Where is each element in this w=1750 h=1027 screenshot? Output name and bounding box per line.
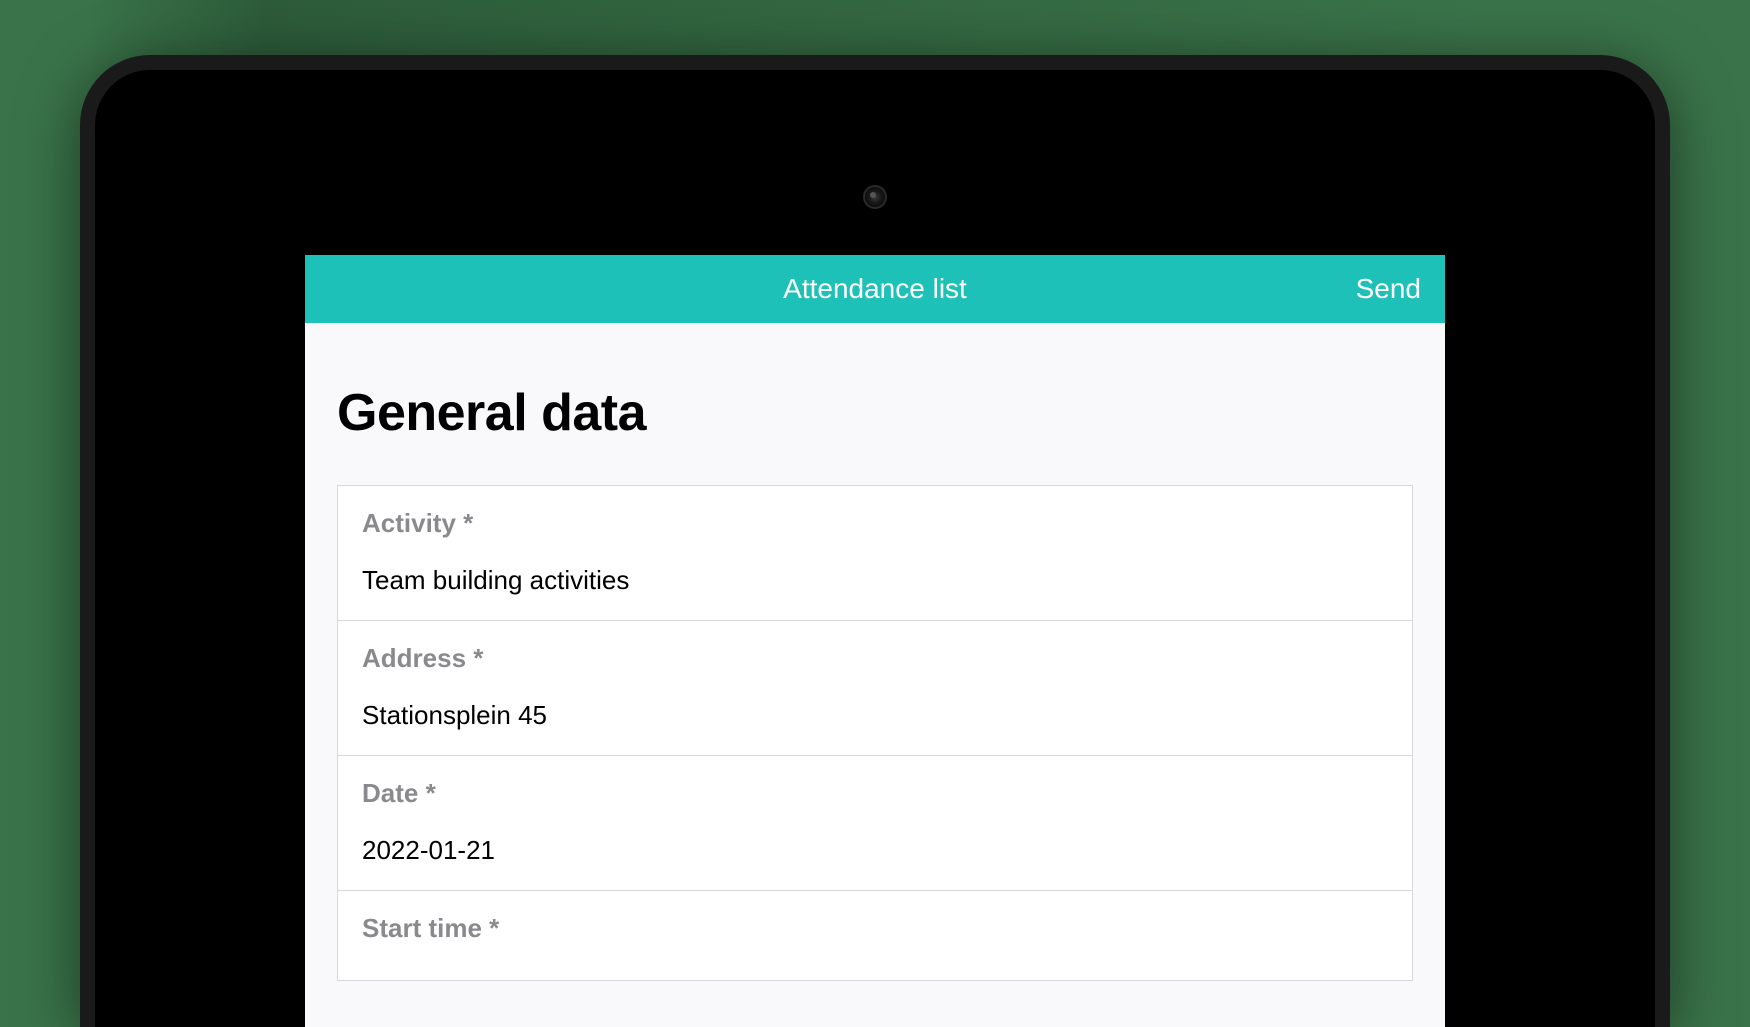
date-value: 2022-01-21 xyxy=(362,835,1388,866)
date-label: Date * xyxy=(362,778,1388,809)
app-screen: Attendance list Send General data Activi… xyxy=(305,255,1445,1027)
date-field[interactable]: Date * 2022-01-21 xyxy=(338,756,1412,891)
tablet-device-frame: Attendance list Send General data Activi… xyxy=(80,55,1670,1027)
form-content: General data Activity * Team building ac… xyxy=(305,323,1445,981)
activity-label: Activity * xyxy=(362,508,1388,539)
start-time-field[interactable]: Start time * xyxy=(338,891,1412,980)
send-button[interactable]: Send xyxy=(1356,273,1421,305)
address-label: Address * xyxy=(362,643,1388,674)
address-value: Stationsplein 45 xyxy=(362,700,1388,731)
app-header: Attendance list Send xyxy=(305,255,1445,323)
activity-value: Team building activities xyxy=(362,565,1388,596)
section-heading: General data xyxy=(337,383,1413,443)
form-card: Activity * Team building activities Addr… xyxy=(337,485,1413,981)
camera-icon xyxy=(863,185,887,209)
tablet-bezel: Attendance list Send General data Activi… xyxy=(95,70,1655,1027)
activity-field[interactable]: Activity * Team building activities xyxy=(338,486,1412,621)
start-time-label: Start time * xyxy=(362,913,1388,944)
address-field[interactable]: Address * Stationsplein 45 xyxy=(338,621,1412,756)
page-title: Attendance list xyxy=(783,273,967,305)
